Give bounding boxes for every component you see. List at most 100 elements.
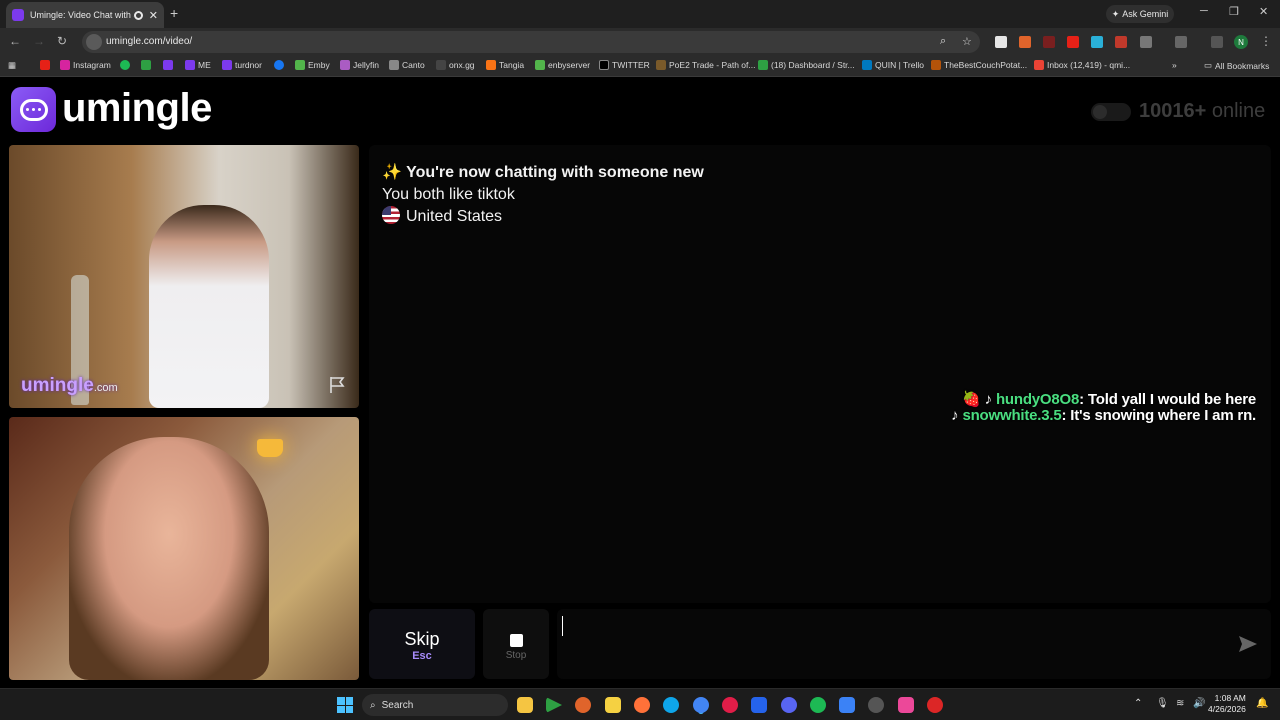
minimize-icon[interactable]: ─ — [1200, 5, 1208, 17]
logo-text[interactable]: umingle — [62, 86, 212, 131]
bookmark-label: (18) Dashboard / Str... — [771, 60, 855, 70]
overlay-username: hundyO8O8 — [995, 391, 1080, 408]
ask-gemini-button[interactable]: ✦ Ask Gemini — [1106, 5, 1174, 23]
sticky-notes-icon[interactable] — [605, 697, 621, 713]
notification-bell-icon[interactable]: 🔔 — [1256, 698, 1268, 709]
spotify-taskbar-icon[interactable] — [810, 697, 826, 713]
taskbar-search-label: Search — [381, 699, 414, 711]
extension-fox-icon[interactable] — [1019, 36, 1031, 48]
bookmark-trello[interactable]: QUIN | Trello — [862, 60, 924, 70]
chrome-icon[interactable] — [693, 697, 709, 713]
wifi-icon[interactable]: ≋ — [1176, 698, 1184, 709]
bookmarks-overflow-icon[interactable]: » — [1172, 60, 1177, 70]
window-close-icon[interactable]: ✕ — [1259, 5, 1268, 18]
overlay-chat-message: 🍓 ♪ hundyO8O8: Told yall I would be here — [962, 390, 1256, 408]
app-blue-icon[interactable] — [751, 697, 767, 713]
discord-icon[interactable] — [781, 697, 797, 713]
stop-button[interactable]: Stop — [483, 609, 549, 679]
bookmark-label: Tangia — [499, 60, 525, 70]
forward-arrow-icon[interactable]: → — [33, 34, 45, 48]
obs-icon[interactable] — [868, 697, 884, 713]
bookmark-label: TWITTER — [612, 60, 650, 70]
report-flag-icon[interactable] — [327, 375, 347, 395]
extension-k-icon[interactable] — [995, 36, 1007, 48]
stop-icon — [510, 634, 523, 647]
bookmark-inbox[interactable]: Inbox (12,419) - qmi... — [1034, 60, 1130, 70]
bookmark-instagram[interactable]: Instagram — [60, 60, 111, 70]
file-explorer-icon[interactable] — [517, 697, 533, 713]
address-bar[interactable]: umingle.com/video/ ⌕ ☆ — [82, 31, 980, 53]
bookmark-spotify[interactable] — [120, 60, 130, 70]
extension-adblock-icon[interactable] — [1115, 36, 1127, 48]
bookmark-youtube[interactable] — [40, 60, 50, 70]
back-arrow-icon[interactable]: ← — [9, 34, 21, 48]
microphone-icon[interactable]: 🎙 — [1156, 698, 1169, 709]
firefox-icon[interactable] — [634, 697, 650, 713]
extension-red-icon[interactable] — [1043, 36, 1055, 48]
bookmark-twitter[interactable]: TWITTER — [599, 60, 650, 70]
all-bookmarks[interactable]: ▭ All Bookmarks — [1204, 60, 1269, 71]
bookmark-emby[interactable]: Emby — [295, 60, 330, 70]
bookmark-label: Canto — [402, 60, 425, 70]
bookmark-turdnor[interactable]: turdnor — [222, 60, 262, 70]
restore-icon[interactable]: ❐ — [1229, 5, 1239, 18]
system-clock[interactable]: 1:08 AM 4/26/2026 — [1208, 693, 1246, 715]
bookmark-dashboard[interactable]: (18) Dashboard / Str... — [758, 60, 855, 70]
new-tab-button[interactable]: + — [170, 5, 178, 21]
bookmark-enbyserver[interactable]: enbyserver — [535, 60, 590, 70]
x-twitter-icon — [599, 60, 609, 70]
bookmark-canto[interactable]: Canto — [389, 60, 425, 70]
youtube-icon — [40, 60, 50, 70]
skip-shortcut: Esc — [412, 650, 432, 662]
green-app-icon — [141, 60, 151, 70]
tray-chevron-icon[interactable]: ⌃ — [1134, 698, 1142, 709]
theme-toggle[interactable] — [1091, 103, 1131, 121]
windows-start-icon[interactable] — [337, 697, 353, 713]
extension-7tv-icon[interactable] — [1091, 36, 1103, 48]
taskbar-search[interactable]: ⌕ Search — [362, 694, 508, 716]
bookmark-poe2[interactable]: PoE2 Trade - Path of... — [656, 60, 755, 70]
app-orange-icon[interactable] — [575, 697, 591, 713]
umingle-logo-icon[interactable] — [11, 87, 56, 132]
tab-close-icon[interactable]: ✕ — [149, 9, 158, 22]
volume-icon[interactable]: 🔊 — [1193, 698, 1205, 709]
bookmark-facebook[interactable] — [274, 60, 284, 70]
extensions-puzzle-icon[interactable] — [1140, 36, 1152, 48]
site-info-icon[interactable] — [86, 34, 102, 50]
apps-grid-icon[interactable]: ▦ — [8, 60, 16, 71]
bookmark-tangia[interactable]: Tangia — [486, 60, 524, 70]
gmail-icon — [1034, 60, 1044, 70]
bookmark-onxgg[interactable]: onx.gg — [436, 60, 475, 70]
bookmark-label: TheBestCouchPotat... — [944, 60, 1028, 70]
edge-icon[interactable] — [663, 697, 679, 713]
app-red-icon[interactable] — [927, 697, 943, 713]
windows-taskbar: ⌕ Search ⌃ 🎙 ≋ 🔊 1:08 AM 4/26/2026 🔔 — [0, 688, 1280, 720]
bookmark-green[interactable] — [141, 60, 151, 70]
chat-panel: ✨ You're now chatting with someone new Y… — [369, 145, 1271, 603]
chat-bubble-icon — [19, 98, 48, 121]
bookmark-jellyfin[interactable]: Jellyfin — [340, 60, 379, 70]
message-input[interactable] — [557, 609, 1271, 679]
profile-avatar[interactable]: N — [1234, 35, 1248, 49]
menu-kebab-icon[interactable]: ⋮ — [1260, 34, 1272, 48]
browser-tab-umingle[interactable]: Umingle: Video Chat with S ✕ — [6, 2, 164, 28]
bookmark-purple[interactable] — [163, 60, 173, 70]
opera-icon[interactable] — [722, 697, 738, 713]
zoom-icon[interactable]: ⌕ — [940, 35, 946, 48]
extension-youtube-icon[interactable] — [1067, 36, 1079, 48]
skip-button[interactable]: Skip Esc — [369, 609, 475, 679]
reload-icon[interactable]: ↻ — [57, 34, 67, 48]
bookmark-me[interactable]: ME — [185, 60, 211, 70]
play-app-icon[interactable] — [546, 697, 562, 713]
gemini-sparkle-icon: ✦ — [1111, 8, 1120, 19]
cast-icon[interactable] — [1175, 36, 1187, 48]
send-icon[interactable] — [1238, 635, 1258, 653]
bookmark-couchpotato[interactable]: TheBestCouchPotat... — [931, 60, 1027, 70]
tiktok-icon[interactable] — [898, 697, 914, 713]
bookmark-star-icon[interactable]: ☆ — [962, 35, 972, 48]
media-controls-icon[interactable] — [1211, 36, 1223, 48]
tangia-icon — [486, 60, 496, 70]
notepad-icon[interactable] — [839, 697, 855, 713]
watermark-main: umingle — [21, 375, 94, 396]
us-flag-icon — [382, 206, 400, 224]
